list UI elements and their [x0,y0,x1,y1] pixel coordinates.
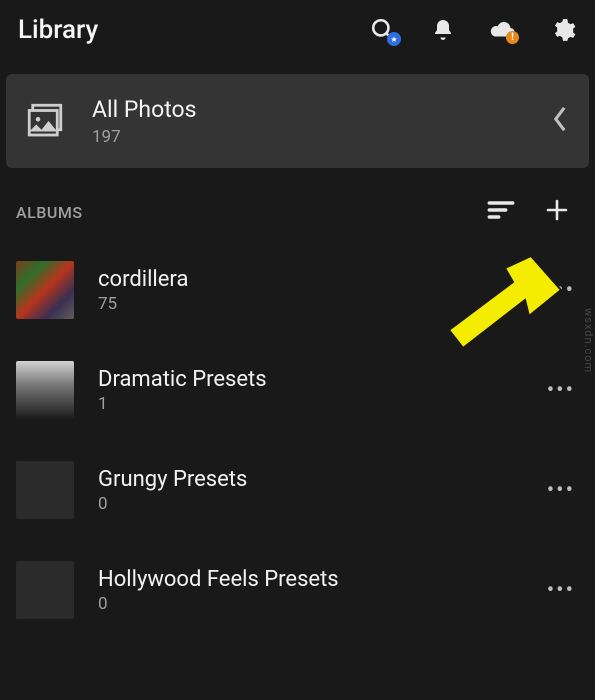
page-title: Library [18,15,98,45]
more-icon[interactable]: ••• [547,578,575,603]
albums-actions [487,198,569,226]
album-thumb [16,261,74,319]
album-row[interactable]: Grungy Presets0 ••• [0,440,595,540]
album-row[interactable]: Hollywood Feels Presets0 ••• [0,540,595,640]
albums-section-header: ALBUMS [0,168,595,234]
album-thumb [16,461,74,519]
add-album-icon[interactable] [545,198,569,226]
more-icon[interactable]: ••• [547,478,575,503]
albums-label: ALBUMS [16,203,83,222]
header-actions: ! [369,16,577,44]
search-badge-icon [387,32,401,46]
album-row[interactable]: cordillera75 ••• [0,240,595,340]
header: Library ! [0,0,595,64]
cloud-sync-icon[interactable]: ! [489,16,517,44]
album-meta: Hollywood Feels Presets0 [98,567,523,614]
album-meta: Dramatic Presets1 [98,367,523,414]
sort-icon[interactable] [487,199,515,225]
cloud-warning-badge-icon: ! [506,31,519,44]
watermark: wsxdn.com [582,308,595,373]
chevron-left-icon[interactable] [551,105,569,137]
album-name: Grungy Presets [98,467,523,492]
search-icon[interactable] [369,16,397,44]
album-count: 1 [98,394,523,414]
album-thumb [16,361,74,419]
notifications-icon[interactable] [429,16,457,44]
album-row[interactable]: Dramatic Presets1 ••• [0,340,595,440]
more-icon[interactable]: ••• [547,278,575,303]
album-name: Hollywood Feels Presets [98,567,523,592]
all-photos-card[interactable]: All Photos 197 [6,74,589,168]
all-photos-title: All Photos [92,96,529,123]
album-count: 75 [98,294,523,314]
album-thumb [16,561,74,619]
album-list: cordillera75•••Dramatic Presets1•••Grung… [0,234,595,640]
album-count: 0 [98,594,523,614]
album-count: 0 [98,494,523,514]
album-meta: cordillera75 [98,267,523,314]
all-photos-meta: All Photos 197 [92,96,529,147]
album-meta: Grungy Presets0 [98,467,523,514]
all-photos-icon [20,96,70,146]
more-icon[interactable]: ••• [547,378,575,403]
album-name: Dramatic Presets [98,367,523,392]
settings-icon[interactable] [549,16,577,44]
all-photos-count: 197 [92,127,529,147]
album-name: cordillera [98,267,523,292]
